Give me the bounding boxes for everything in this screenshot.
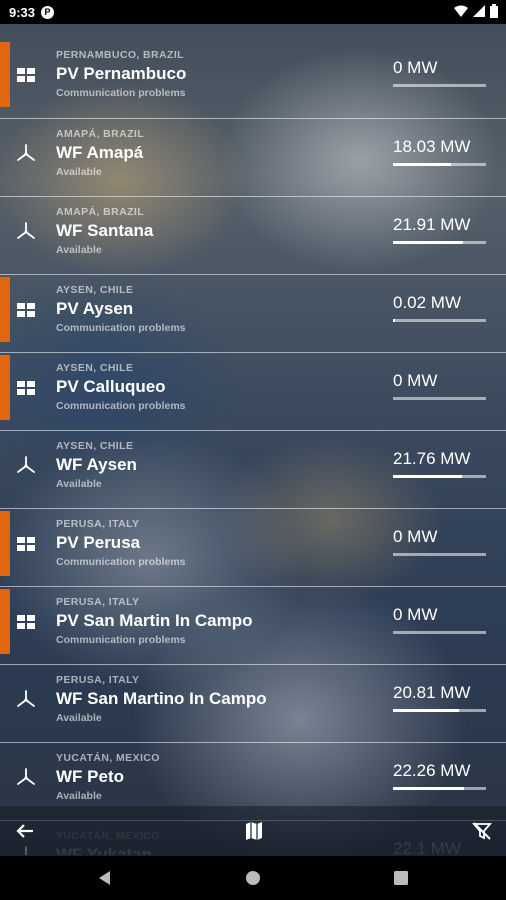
alert-indicator [0, 277, 10, 342]
site-location: PERUSA, ITALY [56, 674, 140, 686]
site-list[interactable]: PERNAMBUCO, BRAZIL PV Pernambuco Communica… [0, 40, 506, 855]
site-status: Communication problems [56, 634, 186, 646]
site-power: 0 MW [393, 58, 438, 77]
site-power: 21.91 MW [393, 215, 471, 234]
site-location: PERUSA, ITALY [56, 518, 140, 530]
power-bar-fill [393, 319, 395, 322]
wind-turbine-icon [17, 768, 35, 785]
site-power: 0 MW [393, 605, 438, 624]
site-name: WF Santana [56, 221, 154, 240]
site-name: WF Peto [56, 767, 124, 786]
site-row[interactable]: AMAPÁ, BRAZIL WF Amapá Available 18.03 MW [0, 118, 506, 196]
site-status: Available [56, 478, 102, 490]
status-bar: 9:33 P [0, 0, 506, 24]
alert-indicator [0, 42, 10, 107]
site-status: Available [56, 166, 102, 178]
system-nav-bar [0, 856, 506, 900]
clock: 9:33 [9, 4, 36, 20]
bottom-toolbar [0, 806, 506, 856]
arrow-left-icon[interactable] [14, 820, 36, 842]
site-row[interactable]: PERNAMBUCO, BRAZIL PV Pernambuco Communica… [0, 40, 506, 117]
status-icons [454, 4, 498, 18]
filter-off-icon[interactable] [471, 820, 493, 842]
site-power: 0 MW [393, 527, 438, 546]
wind-turbine-icon [17, 456, 35, 473]
site-name: PV Calluqueo [56, 377, 166, 396]
site-name: WF Aysen [56, 455, 137, 474]
site-power: 20.81 MW [393, 683, 471, 702]
site-location: AMAPÁ, BRAZIL [56, 206, 145, 218]
power-bar [393, 84, 486, 87]
solar-panel-icon [17, 537, 35, 551]
wind-turbine-icon [17, 222, 35, 239]
power-bar-fill [393, 241, 463, 244]
power-bar-fill [393, 709, 460, 712]
power-bar-fill [393, 475, 462, 478]
site-status: Available [56, 712, 102, 724]
site-row[interactable]: AYSEN, CHILE PV Calluqueo Communication pr… [0, 352, 506, 430]
site-row[interactable]: PERUSA, ITALY PV San Martin In Campo Commu… [0, 586, 506, 664]
solar-panel-icon [17, 615, 35, 629]
nav-back-icon[interactable] [95, 868, 115, 888]
site-name: PV Pernambuco [56, 64, 187, 83]
nav-home-icon[interactable] [243, 868, 263, 888]
map-icon[interactable] [243, 820, 265, 842]
power-bar [393, 709, 486, 712]
site-power: 18.03 MW [393, 137, 471, 156]
power-bar [393, 631, 486, 634]
site-name: PV Perusa [56, 533, 141, 552]
site-location: YUCATÁN, MEXICO [56, 752, 160, 764]
power-bar [393, 163, 486, 166]
site-row[interactable]: AYSEN, CHILE WF Aysen Available 21.76 MW [0, 430, 506, 508]
site-location: PERUSA, ITALY [56, 596, 140, 608]
site-status: Communication problems [56, 322, 186, 334]
site-status: Communication problems [56, 400, 186, 412]
site-row[interactable]: PERUSA, ITALY PV Perusa Communication prob… [0, 508, 506, 586]
wind-turbine-icon [17, 690, 35, 707]
site-power: 22.26 MW [393, 761, 471, 780]
solar-panel-icon [17, 303, 35, 317]
site-row[interactable]: PERUSA, ITALY WF San Martino In Campo Avai… [0, 664, 506, 742]
power-bar-fill [393, 787, 464, 790]
power-bar [393, 241, 486, 244]
alert-indicator [0, 589, 10, 654]
site-location: PERNAMBUCO, BRAZIL [56, 49, 184, 61]
battery-icon [490, 4, 498, 18]
site-row[interactable]: AMAPÁ, BRAZIL WF Santana Available 21.91 MW [0, 196, 506, 274]
cell-signal-icon [473, 5, 485, 17]
site-name: WF San Martino In Campo [56, 689, 267, 708]
power-bar [393, 319, 486, 322]
solar-panel-icon [17, 68, 35, 82]
power-bar [393, 553, 486, 556]
site-status: Available [56, 244, 102, 256]
nav-recents-icon[interactable] [391, 868, 411, 888]
site-status: Communication problems [56, 556, 186, 568]
site-location: AMAPÁ, BRAZIL [56, 128, 145, 140]
site-power: 21.76 MW [393, 449, 471, 468]
site-location: AYSEN, CHILE [56, 362, 134, 374]
wifi-icon [454, 5, 468, 17]
site-status: Available [56, 790, 102, 802]
site-name: PV Aysen [56, 299, 134, 318]
site-power: 0 MW [393, 371, 438, 390]
power-bar [393, 475, 486, 478]
site-power: 0.02 MW [393, 293, 462, 312]
wind-turbine-icon [17, 144, 35, 161]
notification-icon: P [41, 5, 55, 19]
site-name: WF Amapá [56, 143, 144, 162]
site-row[interactable]: AYSEN, CHILE PV Aysen Communication proble… [0, 274, 506, 352]
site-status: Communication problems [56, 87, 186, 99]
site-name: PV San Martin In Campo [56, 611, 253, 630]
alert-indicator [0, 355, 10, 420]
site-location: AYSEN, CHILE [56, 440, 134, 452]
power-bar-fill [393, 163, 451, 166]
power-bar [393, 787, 486, 790]
alert-indicator [0, 511, 10, 576]
solar-panel-icon [17, 381, 35, 395]
site-location: AYSEN, CHILE [56, 284, 134, 296]
power-bar [393, 397, 486, 400]
